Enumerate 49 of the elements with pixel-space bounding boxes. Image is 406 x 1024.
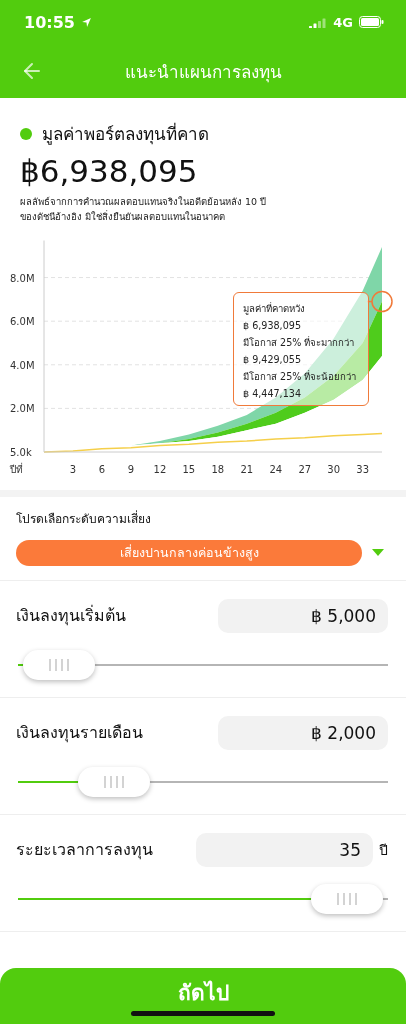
input-label: ระยะเวลาการลงทุน — [16, 839, 153, 862]
legend-dot — [20, 127, 32, 140]
axis-label: 3 — [69, 464, 77, 476]
axis-label: 5.0k — [10, 447, 32, 459]
axis-label: 27 — [298, 464, 312, 476]
tooltip-text: มูลค่าที่คาดหวัง — [243, 301, 306, 317]
selected-point-marker[interactable] — [366, 291, 393, 313]
input-field[interactable]: 35 — [196, 833, 373, 868]
slider-thumb[interactable] — [78, 767, 151, 798]
axis-label: 6.0M — [10, 316, 35, 328]
signal-icon — [309, 16, 328, 28]
slider-thumb[interactable] — [311, 884, 384, 915]
disclaimer-text: ผลลัพธ์จากการคำนวณผลตอบแทนจริงในอดีตย้อนหลัง 10 ปี ของดัชนีอ้างอิง มิใช่สิ่งยืนยันผลตอบแทนในอนาคต — [20, 195, 268, 224]
slider-thumb[interactable] — [22, 650, 95, 681]
tooltip-text: ฿ 6,938,095 — [243, 320, 302, 332]
axis-label: 2.0M — [10, 403, 35, 415]
network-label: 4G — [333, 14, 353, 30]
axis-label: 4.0M — [10, 360, 35, 372]
axis-label: 8.0M — [10, 273, 35, 284]
axis-label: 12 — [153, 464, 167, 476]
input-field[interactable]: ฿ 2,000 — [218, 716, 388, 751]
status-time: 10:55 — [24, 12, 75, 32]
tooltip-text: มีโอกาส 25% ที่จะน้อยกว่า — [243, 369, 358, 385]
tooltip-text: ฿ 9,429,055 — [243, 354, 302, 366]
projected-value: ฿6,938,095 — [20, 153, 199, 189]
axis-label: 18 — [211, 464, 225, 476]
tooltip-text: ฿ 4,447,134 — [243, 388, 302, 400]
axis-label: 24 — [269, 464, 283, 476]
input-label: เงินลงทุนเริ่มต้น — [16, 604, 126, 628]
grip-icon — [46, 659, 71, 672]
axis-label: 21 — [240, 464, 254, 476]
axis-label: 6 — [98, 464, 106, 476]
grip-icon — [335, 893, 360, 906]
axis-label: 9 — [127, 464, 135, 476]
location-arrow-icon — [80, 16, 92, 28]
risk-label: โปรดเลือกระดับความเสี่ยง — [16, 509, 152, 529]
battery-icon — [359, 16, 384, 28]
unit-label: ปี — [379, 841, 388, 861]
grip-icon — [102, 776, 127, 789]
input-field[interactable]: ฿ 5,000 — [218, 599, 388, 634]
tooltip-text: มีโอกาส 25% ที่จะมากกว่า — [243, 335, 356, 351]
axis-label: 30 — [327, 464, 341, 476]
dropdown-caret-icon[interactable] — [372, 549, 384, 558]
page-title: แนะนำแผนการลงทุน — [123, 60, 283, 85]
axis-label: 15 — [182, 464, 196, 476]
axis-title: ปีที่ — [10, 464, 23, 476]
input-label: เงินลงทุนรายเดือน — [16, 722, 143, 745]
axis-label: 33 — [356, 464, 370, 476]
projection-label: มูลค่าพอร์ตลงทุนที่คาด — [42, 121, 209, 147]
